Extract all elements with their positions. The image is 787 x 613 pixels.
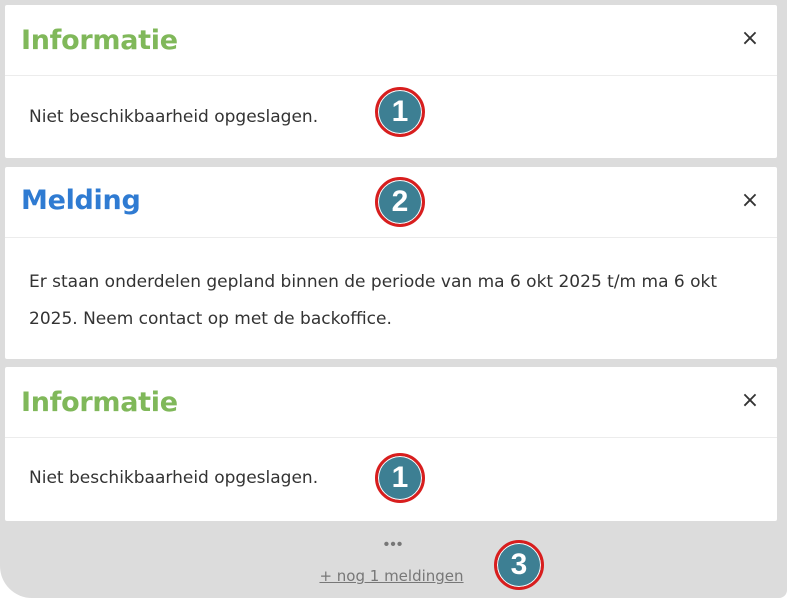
notification-header: Informatie × [5,5,777,76]
notification-message: Er staan onderdelen gepland binnen de pe… [29,272,718,329]
more-dots-icon: ••• [383,536,404,553]
notification-message: Niet beschikbaarheid opgeslagen. [29,468,319,488]
notification-title: Informatie [21,387,178,418]
notification-title: Melding [21,185,141,216]
notification-title: Informatie [21,25,178,56]
notification-header: Informatie × [5,367,777,438]
more-notifications-link[interactable]: + nog 1 meldingen [0,567,783,585]
close-icon[interactable]: × [739,28,761,50]
annotation-badge: 1 [375,453,425,503]
notification-message: Niet beschikbaarheid opgeslagen. [29,107,319,127]
notification-panel: Informatie × Niet beschikbaarheid opgesl… [0,0,787,598]
annotation-badge: 2 [375,177,425,227]
annotation-badge: 1 [375,87,425,137]
annotation-badge: 3 [494,540,544,590]
close-icon[interactable]: × [739,190,761,212]
close-icon[interactable]: × [739,390,761,412]
